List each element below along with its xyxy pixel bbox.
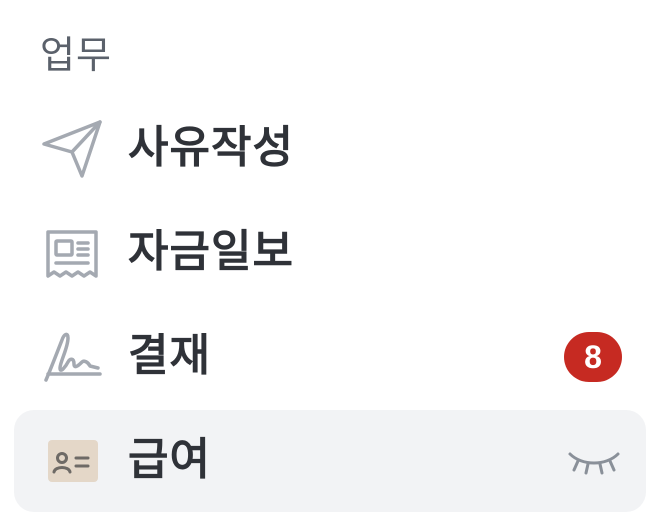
menu-item-label: 사유작성 [128, 122, 294, 173]
menu-item-salary[interactable]: 급여 [14, 410, 646, 512]
signature-icon [38, 322, 106, 390]
id-card-icon [38, 426, 106, 494]
menu-item-label: 결재 [128, 330, 211, 381]
menu-item-approval[interactable]: 결재 8 [14, 306, 646, 408]
menu-item-label: 급여 [128, 434, 211, 485]
menu-item-label: 자금일보 [128, 226, 294, 277]
section-title: 업무 [40, 33, 112, 77]
menu-item-daily-fund-report[interactable]: 자금일보 [14, 202, 646, 304]
eye-closed-icon[interactable] [566, 446, 622, 480]
menu-item-reason-writing[interactable]: 사유작성 [14, 98, 646, 200]
receipt-icon [38, 218, 106, 286]
send-icon [38, 114, 106, 182]
notification-badge: 8 [564, 332, 622, 382]
